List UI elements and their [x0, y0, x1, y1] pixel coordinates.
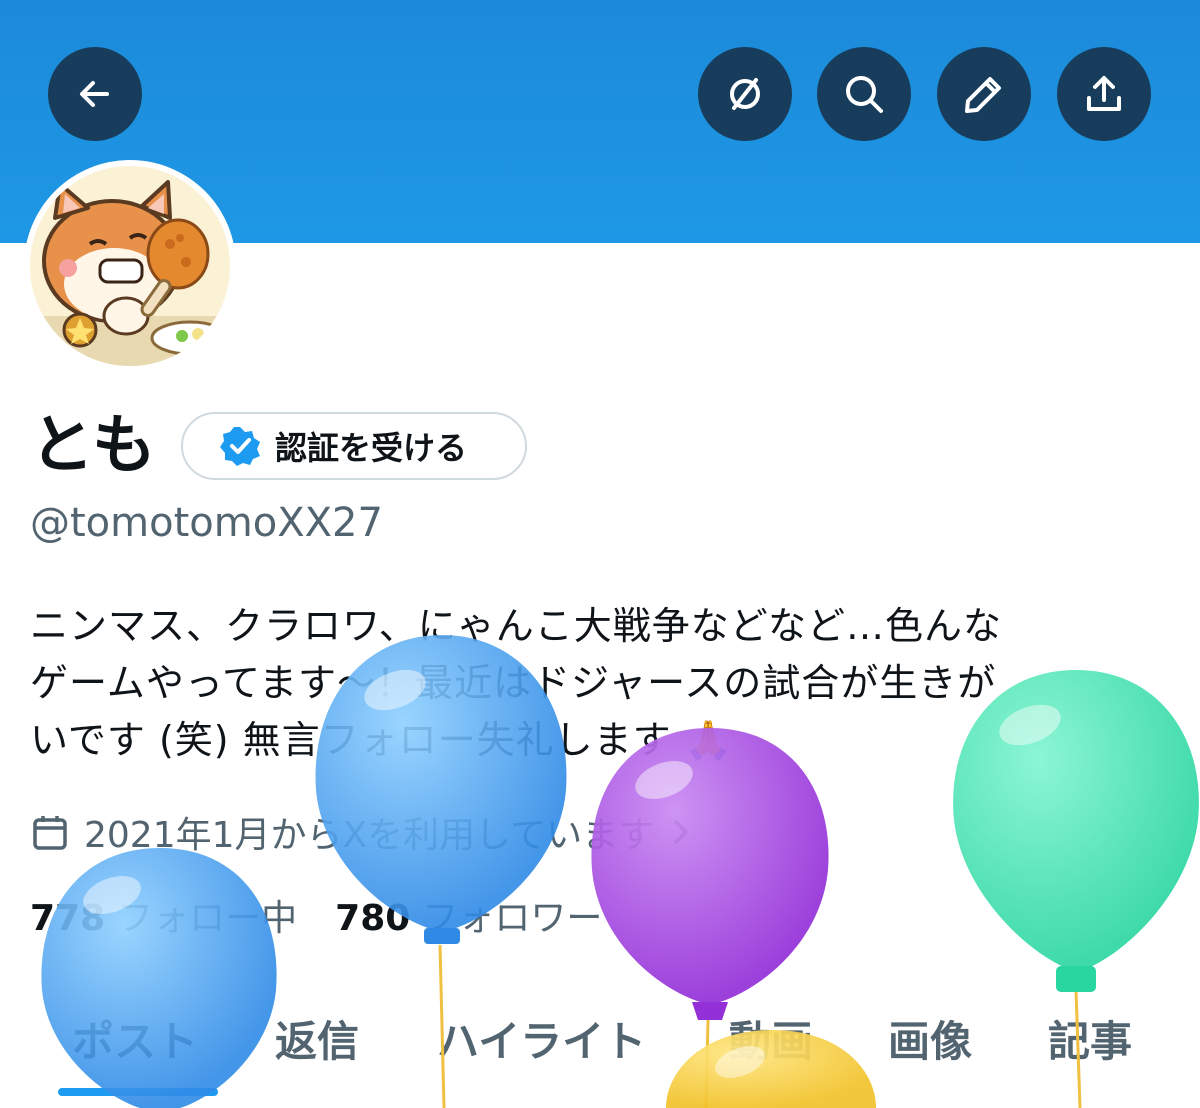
followers-label[interactable]: フォロワー	[422, 893, 602, 945]
following-label[interactable]: フォロー中	[117, 893, 297, 945]
tab-replies[interactable]: 返信	[275, 1008, 359, 1069]
bio-line: いです (笑) 無言フォロー失礼します 🙏	[30, 718, 734, 762]
tab-highlights[interactable]: ハイライト	[437, 1008, 646, 1069]
search-button[interactable]	[817, 47, 911, 141]
follow-stats: 778 フォロー中 780 フォロワー	[30, 893, 602, 945]
tab-videos[interactable]: 動画	[729, 1008, 813, 1069]
get-verified-button[interactable]: 認証を受ける	[181, 412, 527, 480]
followers-count[interactable]: 780	[335, 893, 410, 945]
following-count[interactable]: 778	[30, 893, 105, 945]
search-icon	[846, 76, 883, 113]
user-handle: @tomotomoXX27	[30, 500, 383, 546]
profile-bio: ニンマス、クラロワ、にゃんこ大戦争などなど…色んな ゲームやってます〜！最近はド…	[30, 598, 1170, 769]
bio-line: ゲームやってます〜！最近はドジャースの試合が生きが	[30, 661, 997, 705]
tab-articles[interactable]: 記事	[1048, 1008, 1132, 1069]
chevron-right-icon	[674, 820, 688, 844]
active-tab-indicator	[58, 1088, 218, 1096]
bio-line: ニンマス、クラロワ、にゃんこ大戦争などなど…色んな	[30, 604, 1002, 648]
join-date-text: 2021年1月からXを利用しています	[84, 815, 655, 856]
pencil-icon	[965, 77, 1001, 113]
verified-badge-icon	[220, 427, 260, 466]
calendar-icon	[33, 816, 67, 850]
tab-images[interactable]: 画像	[888, 1008, 972, 1069]
get-verified-label: 認証を受ける	[275, 429, 468, 467]
arrow-left-icon	[80, 81, 109, 107]
avatar[interactable]	[24, 160, 236, 372]
profile-tabs: ポスト 返信 ハイライト 動画 画像 記事	[0, 990, 1200, 1108]
share-button[interactable]	[1057, 47, 1151, 141]
edit-button[interactable]	[937, 47, 1031, 141]
grok-button[interactable]	[698, 47, 792, 141]
share-icon	[1087, 76, 1121, 111]
back-button[interactable]	[48, 47, 142, 141]
display-name: とも	[30, 409, 156, 483]
tab-posts[interactable]: ポスト	[72, 1008, 198, 1069]
grok-icon	[730, 78, 760, 110]
join-date[interactable]: 2021年1月からXを利用しています	[30, 806, 694, 858]
shiba-dog-avatar-image	[30, 166, 230, 366]
